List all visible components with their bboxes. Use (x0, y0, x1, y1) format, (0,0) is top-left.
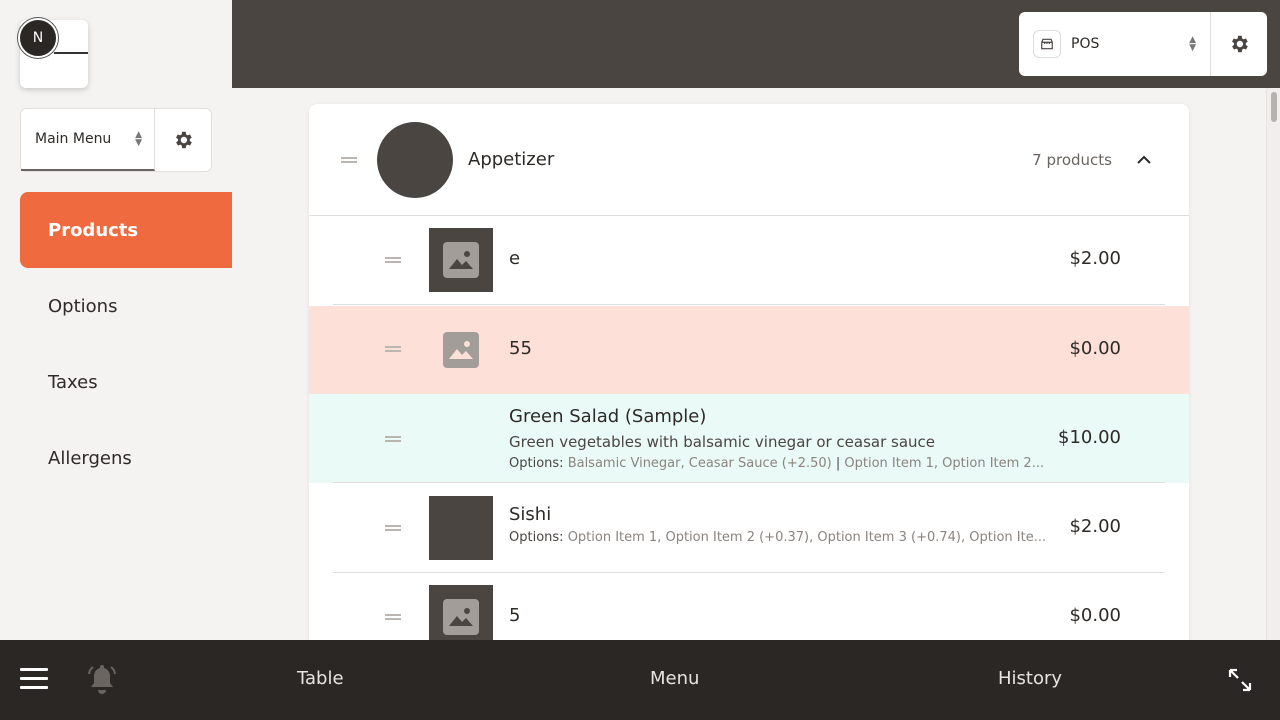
product-image (429, 496, 493, 560)
menu-select-value: Main Menu (35, 131, 112, 147)
chevron-updown-icon: ▲ ▼ (135, 130, 142, 148)
product-name: 5 (509, 605, 521, 626)
bottom-bar: Table Menu History (0, 640, 1280, 720)
product-name: 55 (509, 338, 532, 359)
product-image (429, 585, 493, 640)
product-name: e (509, 248, 521, 269)
collapse-icon (54, 52, 88, 54)
gear-icon (1232, 35, 1248, 53)
nav-menu[interactable]: Menu (650, 668, 699, 689)
drag-handle-icon[interactable] (385, 257, 401, 263)
fullscreen-icon[interactable] (1227, 667, 1253, 697)
sidebar-item-taxes[interactable]: Taxes (20, 344, 232, 420)
product-name: Sishi (509, 504, 552, 525)
sidebar-item-options[interactable]: Options (20, 268, 232, 344)
gear-icon (176, 131, 192, 149)
options-list: Option Item 1, Option Item 2 (+0.37), Op… (567, 530, 1047, 545)
product-row[interactable]: e $2.00 (309, 216, 1189, 305)
category-card: Appetizer 7 products e $2.00 55 $0.00 Gr… (309, 104, 1189, 640)
product-price: $0.00 (1069, 605, 1121, 626)
menu-selector: Main Menu ▲ ▼ (20, 108, 212, 172)
drag-handle-icon[interactable] (385, 525, 401, 531)
drag-handle-icon[interactable] (385, 346, 401, 352)
drag-handle-icon[interactable] (385, 614, 401, 620)
hamburger-menu-icon[interactable] (20, 668, 48, 690)
drag-handle-icon[interactable] (341, 157, 357, 163)
options-label: Options: (509, 530, 564, 545)
store-icon (1033, 30, 1061, 58)
options-label: Options: (509, 456, 564, 471)
pos-select-dropdown[interactable]: POS ▲ ▼ (1019, 12, 1211, 76)
sidebar-item-products[interactable]: Products (20, 192, 232, 268)
chevron-updown-icon: ▲ ▼ (1189, 35, 1196, 53)
pos-selector: POS ▲ ▼ (1019, 12, 1267, 76)
image-placeholder-icon (443, 242, 479, 278)
product-row[interactable]: 5 $0.00 (309, 573, 1189, 640)
chevron-up-icon[interactable] (1137, 150, 1151, 169)
product-name: Green Salad (Sample) (509, 406, 707, 427)
product-image (429, 228, 493, 292)
category-product-count: 7 products (1032, 151, 1112, 169)
sidebar-item-allergens[interactable]: Allergens (20, 420, 232, 496)
category-header[interactable]: Appetizer 7 products (309, 104, 1189, 216)
sidebar: N Main Menu ▲ ▼ Products Options Taxes Al… (0, 0, 232, 640)
product-row[interactable]: Sishi Options: Option Item 1, Option Ite… (309, 484, 1189, 573)
main-content: Appetizer 7 products e $2.00 55 $0.00 Gr… (232, 88, 1280, 640)
scrollbar-thumb[interactable] (1271, 92, 1277, 122)
user-card[interactable]: N (18, 18, 88, 88)
product-price: $0.00 (1069, 338, 1121, 359)
product-image (429, 318, 493, 382)
product-price: $10.00 (1058, 427, 1121, 448)
product-price: $2.00 (1069, 248, 1121, 269)
menu-settings-button[interactable] (155, 109, 211, 171)
product-row[interactable]: 55 $0.00 (309, 306, 1189, 394)
options-list: Balsamic Vinegar, Ceasar Sauce (+2.50) (567, 456, 832, 471)
avatar[interactable]: N (18, 18, 58, 58)
options-list: Option Item 1, Option Item 2... (844, 456, 1045, 471)
category-name: Appetizer (468, 149, 555, 170)
pos-select-value: POS (1071, 36, 1100, 52)
product-options: Options: Balsamic Vinegar, Ceasar Sauce … (509, 456, 1049, 471)
drag-handle-icon[interactable] (385, 436, 401, 442)
pos-settings-button[interactable] (1211, 12, 1267, 76)
category-image (377, 122, 453, 198)
top-bar: POS ▲ ▼ (232, 0, 1280, 88)
nav-table[interactable]: Table (297, 668, 344, 689)
product-price: $2.00 (1069, 516, 1121, 537)
product-options: Options: Option Item 1, Option Item 2 (+… (509, 530, 1049, 545)
image-placeholder-icon (443, 599, 479, 635)
menu-select-dropdown[interactable]: Main Menu ▲ ▼ (21, 109, 155, 171)
product-row[interactable]: Green Salad (Sample) Green vegetables wi… (309, 394, 1189, 483)
product-description: Green vegetables with balsamic vinegar o… (509, 433, 936, 451)
nav-history[interactable]: History (998, 668, 1062, 689)
image-placeholder-icon (443, 332, 479, 368)
scrollbar[interactable] (1266, 88, 1280, 640)
bell-icon[interactable] (86, 662, 118, 700)
